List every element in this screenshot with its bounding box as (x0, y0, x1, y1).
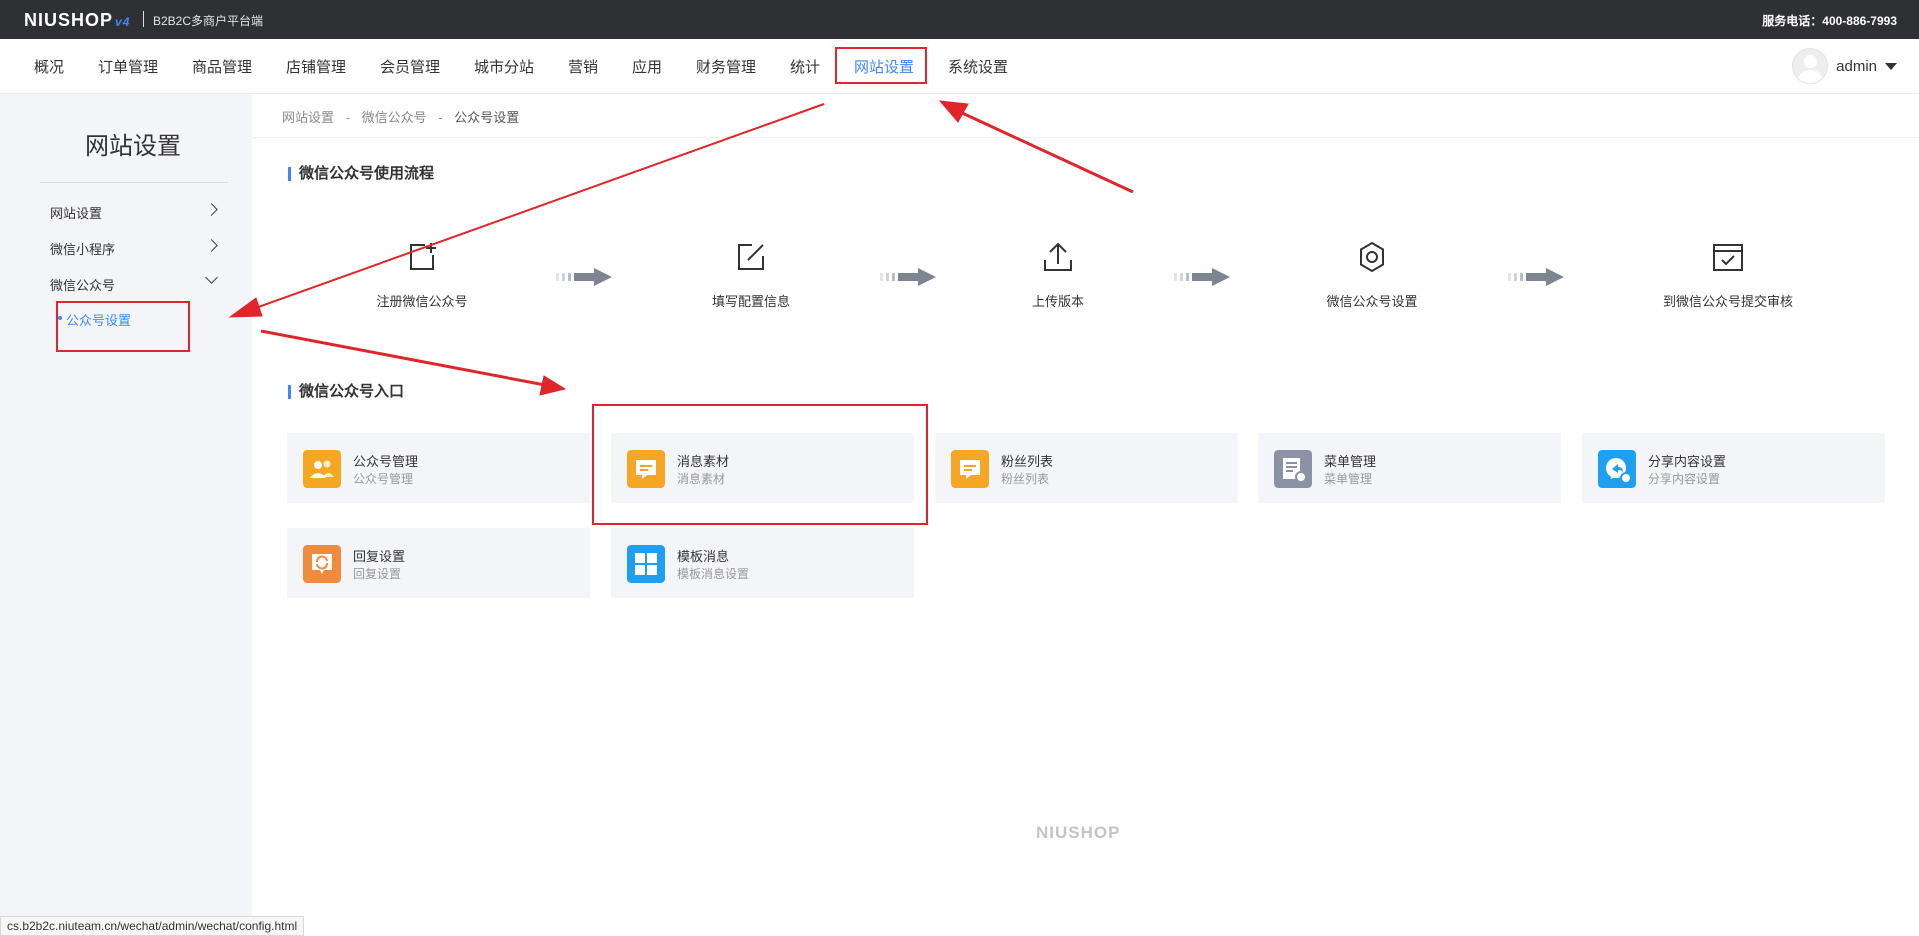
logo-text: NIUSHOP (24, 10, 114, 30)
card-reply-settings[interactable]: 回复设置 回复设置 (287, 528, 590, 598)
card-template-message[interactable]: 模板消息 模板消息设置 (611, 528, 914, 598)
nav-stores[interactable]: 店铺管理 (286, 56, 346, 77)
upload-icon (1044, 242, 1072, 271)
gear-icon (1360, 241, 1384, 273)
chevron-right-icon (205, 239, 218, 252)
nav-members[interactable]: 会员管理 (380, 56, 440, 77)
card-menu-management[interactable]: 菜单管理 菜单管理 (1258, 433, 1561, 503)
users-icon (303, 450, 341, 488)
sidebar-item-label: 微信小程序 (50, 242, 116, 257)
annotation-box-sidebar (56, 301, 190, 352)
card-fans-list[interactable]: 粉丝列表 粉丝列表 (935, 433, 1238, 503)
breadcrumb-separator: - (345, 110, 350, 125)
card-title: 粉丝列表 (1001, 454, 1054, 469)
breadcrumb: 网站设置 - 微信公众号 - 公众号设置 (282, 107, 527, 126)
chevron-down-icon (205, 271, 218, 284)
annotation-box-card (592, 404, 928, 525)
top-bar: NIUSHOP v4 B2B2C多商户平台端 服务电话：400-886-7993 (0, 0, 1919, 39)
step-arrow-icon (1508, 268, 1564, 286)
step-submit-review: 到微信公众号提交审核 (1628, 240, 1828, 310)
checklist-icon (1713, 244, 1743, 271)
breadcrumb-separator: - (438, 110, 443, 125)
logo-divider (143, 11, 144, 27)
nav-overview[interactable]: 概况 (34, 56, 64, 77)
caret-down-icon (1885, 62, 1897, 70)
sidebar-item-mini-program[interactable]: 微信小程序 (50, 239, 220, 258)
chevron-right-icon (205, 203, 218, 216)
card-description: 分享内容设置 (1648, 472, 1721, 486)
entry-section-title: 微信公众号入口 (288, 384, 404, 399)
card-title: 菜单管理 (1324, 454, 1377, 469)
step-wechat-settings: 微信公众号设置 (1272, 240, 1472, 310)
reply-icon (303, 545, 341, 583)
sidebar-item-label: 网站设置 (50, 206, 103, 221)
nav-marketing[interactable]: 营销 (568, 56, 598, 77)
nav-apps[interactable]: 应用 (632, 56, 662, 77)
step-arrow-icon (1174, 268, 1230, 286)
message-icon (951, 450, 989, 488)
nav-finance[interactable]: 财务管理 (696, 56, 756, 77)
breadcrumb-current: 公众号设置 (454, 110, 520, 125)
breadcrumb-divider (252, 137, 1919, 138)
status-bar-url: cs.b2b2c.niuteam.cn/wechat/admin/wechat/… (0, 916, 305, 936)
share-icon (1598, 450, 1636, 488)
card-account-management[interactable]: 公众号管理 公众号管理 (287, 433, 590, 503)
sidebar: 网站设置 网站设置 微信小程序 微信公众号 公众号设置 (0, 94, 252, 936)
nav-system-settings[interactable]: 系统设置 (948, 56, 1008, 77)
step-label: 上传版本 (1031, 294, 1084, 309)
step-arrow-icon (880, 268, 936, 286)
card-share-settings[interactable]: 分享内容设置 分享内容设置 (1582, 433, 1885, 503)
card-title: 分享内容设置 (1648, 454, 1727, 469)
annotation-box-nav (835, 47, 927, 84)
step-label: 微信公众号设置 (1326, 294, 1418, 309)
user-menu[interactable]: admin (1792, 48, 1897, 84)
menu-settings-icon (1274, 450, 1312, 488)
card-description: 粉丝列表 (1001, 472, 1050, 486)
platform-name: B2B2C多商户平台端 (153, 14, 264, 28)
flow-section-title: 微信公众号使用流程 (288, 166, 434, 181)
template-icon (627, 545, 665, 583)
step-config: 填写配置信息 (651, 240, 851, 310)
edit-icon (738, 244, 764, 270)
step-label: 注册微信公众号 (376, 294, 468, 309)
breadcrumb-item[interactable]: 网站设置 (282, 110, 334, 125)
main-nav: 概况 订单管理 商品管理 店铺管理 会员管理 城市分站 营销 应用 财务管理 统… (0, 39, 1919, 94)
card-title: 公众号管理 (353, 454, 419, 469)
sidebar-item-website-settings[interactable]: 网站设置 (50, 203, 220, 222)
step-register: 注册微信公众号 (322, 240, 522, 310)
card-description: 菜单管理 (1324, 472, 1373, 486)
step-label: 到微信公众号提交审核 (1662, 294, 1793, 309)
avatar (1792, 48, 1829, 84)
footer-brand: NIUSHOP (1036, 823, 1121, 842)
sidebar-divider (40, 182, 228, 183)
step-upload: 上传版本 (958, 240, 1158, 310)
step-arrow-icon (556, 268, 612, 286)
step-label: 填写配置信息 (711, 294, 790, 309)
logo-version: v4 (115, 15, 131, 29)
service-hotline: 服务电话：400-886-7993 (1762, 14, 1897, 28)
breadcrumb-item[interactable]: 微信公众号 (362, 110, 427, 125)
add-square-icon (410, 243, 436, 270)
card-description: 公众号管理 (353, 472, 414, 486)
sidebar-item-wechat-official[interactable]: 微信公众号 (50, 271, 220, 294)
nav-products[interactable]: 商品管理 (192, 56, 252, 77)
username: admin (1836, 57, 1877, 75)
sidebar-item-label: 微信公众号 (50, 278, 116, 293)
card-title: 模板消息 (677, 549, 730, 564)
nav-statistics[interactable]: 统计 (790, 56, 820, 77)
logo[interactable]: NIUSHOP v4 (24, 10, 130, 31)
nav-orders[interactable]: 订单管理 (98, 56, 158, 77)
sidebar-title: 网站设置 (85, 133, 181, 160)
card-description: 回复设置 (353, 567, 402, 581)
nav-city-branch[interactable]: 城市分站 (474, 56, 534, 77)
card-description: 模板消息设置 (677, 567, 750, 581)
card-title: 回复设置 (353, 549, 406, 564)
